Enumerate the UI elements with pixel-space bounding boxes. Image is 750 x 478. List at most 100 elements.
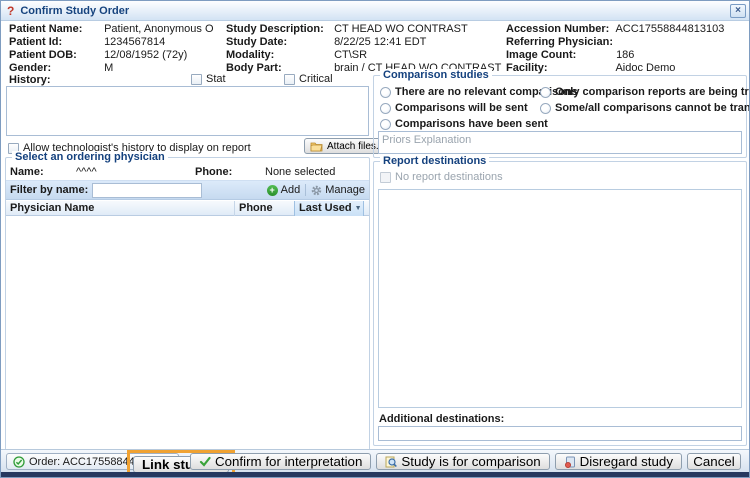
radio-comparisons-have-been-sent[interactable]: Comparisons have been sent [380,118,548,130]
plus-icon: + [267,185,278,196]
magnifier-document-icon [385,456,397,468]
image-count-row: Image Count: 186 [506,49,724,62]
footer-bar: Order: ACC17558844813103 Link studies Co… [1,449,749,472]
field-label: Patient Id: [9,36,101,49]
field-label: Image Count: [506,49,613,62]
group-title: Select an ordering physician [12,151,168,164]
facility-row: Facility: Aidoc Demo [506,62,724,75]
physician-table-body[interactable] [6,216,369,449]
disregard-document-icon [564,456,576,468]
field-label: Facility: [506,62,613,75]
radio-icon[interactable] [380,87,391,98]
add-physician-button[interactable]: + Add [267,184,301,196]
no-report-destinations-label: No report destinations [395,171,503,183]
phone-value: None selected [265,166,335,178]
additional-destinations-label: Additional destinations: [379,413,504,425]
confirm-for-interpretation-button[interactable]: Confirm for interpretation [190,453,371,470]
radio-icon[interactable] [380,119,391,130]
column-header-physician-name[interactable]: Physician Name [6,201,234,216]
radio-comparisons-cannot-be-transmitted[interactable]: Some/all comparisons cannot be transmitt… [540,102,750,114]
name-label: Name: [10,166,44,178]
radio-icon[interactable] [380,103,391,114]
critical-label: Critical [299,73,333,85]
radio-label: Comparisons have been sent [395,118,548,130]
check-circle-icon [13,456,25,468]
cancel-label: Cancel [693,454,735,469]
radio-icon[interactable] [540,87,551,98]
field-value: Aidoc Demo [615,62,675,74]
field-label: Study Description: [226,23,331,36]
field-value: 1234567814 [104,36,165,48]
study-description-row: Study Description: CT HEAD WO CONTRAST [226,23,501,36]
study-is-for-comparison-button[interactable]: Study is for comparison [376,453,549,470]
radio-label: Comparisons will be sent [395,102,528,114]
radio-label: Some/all comparisons cannot be transmitt… [555,102,750,114]
field-value: M [104,62,113,74]
field-value: CT\SR [334,49,367,61]
field-label: Study Date: [226,36,331,49]
column-header-last-used[interactable]: Last Used ▼ [294,201,364,216]
footer-actions: Confirm for interpretation Study is for … [190,453,741,470]
column-header-phone[interactable]: Phone [234,201,294,216]
titlebar: ? Confirm Study Order × [1,1,749,21]
accession-info-column: Accession Number: ACC17558844813103 Refe… [506,23,724,75]
column-label: Phone [239,202,273,214]
folder-icon [310,141,323,152]
sort-descending-icon: ▼ [355,201,362,216]
patient-name-row: Patient Name: Patient, Anonymous O [9,23,214,36]
radio-only-reports-transmitted[interactable]: Only comparison reports are being transm… [540,86,750,98]
add-label: Add [281,184,301,196]
physician-table-header: Physician Name Phone Last Used ▼ [6,201,369,216]
green-check-icon [199,456,211,467]
disregard-study-button[interactable]: Disregard study [555,453,682,470]
gear-icon [311,185,322,196]
field-value: 12/08/1952 (72y) [104,49,187,61]
stat-label: Stat [206,73,226,85]
checkbox-icon[interactable] [284,74,295,85]
ordering-physician-group: Select an ordering physician Name: ^^^^ … [5,157,370,450]
manage-physicians-button[interactable]: Manage [311,184,365,196]
comparison-studies-group: Comparison studies There are no relevant… [373,75,747,158]
window-title: Confirm Study Order [20,5,129,17]
checkbox-icon[interactable] [191,74,202,85]
stat-checkbox[interactable]: Stat [191,73,226,85]
study-info-column: Study Description: CT HEAD WO CONTRAST S… [226,23,501,75]
help-icon: ? [7,4,14,18]
radio-comparisons-will-be-sent[interactable]: Comparisons will be sent [380,102,528,114]
modality-row: Modality: CT\SR [226,49,501,62]
no-report-destinations-checkbox: No report destinations [380,171,503,183]
close-button[interactable]: × [730,4,746,18]
study-date-row: Study Date: 8/22/25 12:41 EDT [226,36,501,49]
name-value: ^^^^ [76,166,97,178]
group-title: Comparison studies [380,69,492,82]
close-icon: × [735,6,741,16]
confirm-label: Confirm for interpretation [215,454,362,469]
report-destinations-group: Report destinations No report destinatio… [373,161,747,446]
patient-info-column: Patient Name: Patient, Anonymous O Patie… [9,23,214,75]
column-label: Physician Name [10,202,94,214]
window-bottom-border [1,472,749,477]
phone-label: Phone: [195,166,232,178]
filter-by-name-input[interactable] [92,183,202,198]
cancel-button[interactable]: Cancel [687,453,741,470]
checkbox-icon [380,172,391,183]
column-label: Last Used [299,201,352,216]
comparison-label: Study is for comparison [401,454,540,469]
field-value: Patient, Anonymous O [104,23,213,35]
critical-checkbox[interactable]: Critical [284,73,333,85]
patient-id-row: Patient Id: 1234567814 [9,36,214,49]
group-title: Report destinations [380,155,489,168]
radio-icon[interactable] [540,103,551,114]
accession-number-row: Accession Number: ACC17558844813103 [506,23,724,36]
field-value: CT HEAD WO CONTRAST [334,23,468,35]
field-label: Accession Number: [506,23,613,36]
toolbar-divider [305,184,306,196]
report-destinations-list[interactable] [378,189,742,408]
history-textarea[interactable] [6,86,369,136]
referring-physician-row: Referring Physician: [506,36,724,49]
history-label: History: [9,74,51,86]
manage-label: Manage [325,184,365,196]
additional-destinations-input[interactable] [378,426,742,441]
field-label: Patient Name: [9,23,101,36]
priors-explanation-input[interactable] [378,131,742,154]
